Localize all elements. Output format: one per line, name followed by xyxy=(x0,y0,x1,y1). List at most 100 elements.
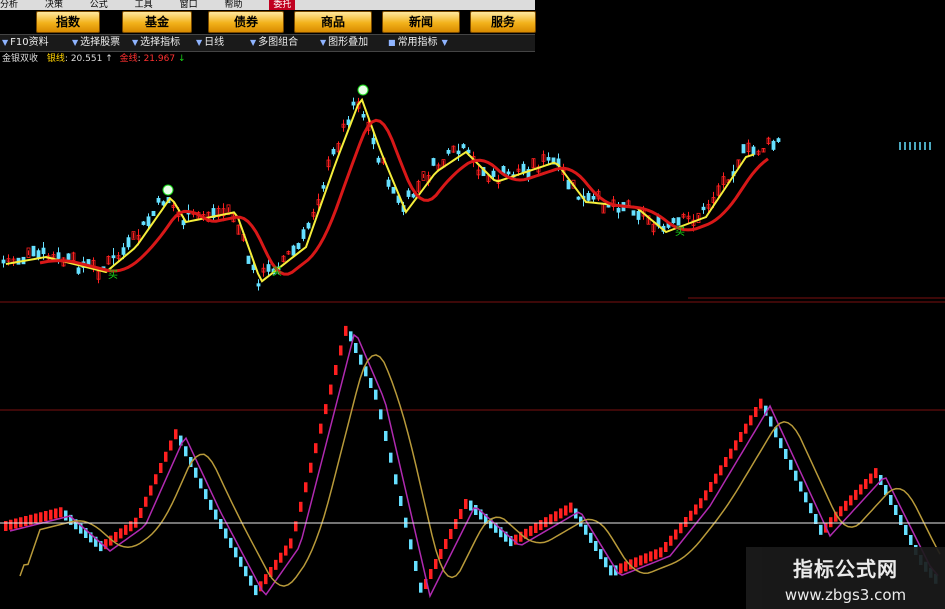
oscillator-bar xyxy=(344,325,348,336)
oscillator-bar xyxy=(264,574,268,585)
oscillator-bar xyxy=(374,389,378,400)
oscillator-bar xyxy=(469,500,473,511)
dropdown-marker-icon: ▼ xyxy=(72,38,79,47)
oscillator-bar xyxy=(794,470,798,481)
candle-body xyxy=(346,119,351,125)
tool-select-indicator[interactable]: ▼ 选择指标 xyxy=(132,35,180,51)
chart-area[interactable]: 买买买 xyxy=(0,0,945,609)
candle-body xyxy=(776,138,781,142)
tool-select-stock[interactable]: ▼ 选择股票 xyxy=(72,35,120,51)
candle-body xyxy=(301,229,306,239)
oscillator-bar xyxy=(714,473,718,484)
tool-f10[interactable]: ▼ F10资料 xyxy=(2,35,49,51)
oscillator-bar xyxy=(434,559,438,569)
lock-icon: ■ xyxy=(388,38,396,47)
nav-fund-button[interactable]: 基金 xyxy=(122,11,192,33)
oscillator-bar xyxy=(219,519,223,529)
nav-news-button[interactable]: 新闻 xyxy=(382,11,460,33)
candle-body xyxy=(351,101,356,106)
dropdown-marker-icon: ▼ xyxy=(132,38,139,47)
oscillator-bar xyxy=(444,539,448,549)
oscillator-bar xyxy=(669,535,673,546)
oscillator-bar xyxy=(464,499,468,509)
oscillator-bar xyxy=(729,448,733,459)
menu-trade-button[interactable]: 委托 xyxy=(269,0,296,10)
oscillator-bar xyxy=(184,446,188,457)
buy-signal: 买 xyxy=(108,269,118,281)
oscillator-bar xyxy=(154,474,158,485)
tool-f10-label: F10资料 xyxy=(10,37,49,48)
oscillator-bar xyxy=(529,525,533,536)
oscillator-bar xyxy=(759,398,763,409)
nav-bond-button[interactable]: 债券 xyxy=(208,11,284,33)
candle-body xyxy=(456,150,461,155)
tool-overlay[interactable]: ▼ 图形叠加 xyxy=(320,35,368,51)
oscillator-bar xyxy=(869,473,873,484)
menu-analysis[interactable]: 分析 xyxy=(0,0,18,10)
oscillator-bar xyxy=(289,538,293,549)
trade-signals: 买买买 xyxy=(108,84,685,281)
oscillator-bar xyxy=(839,506,843,517)
candle-body xyxy=(576,196,581,200)
oscillator-bar xyxy=(604,557,608,568)
candle-body xyxy=(321,185,326,189)
candle-body xyxy=(701,206,706,211)
candle-body xyxy=(376,157,381,163)
silver-line-value: 20.551 xyxy=(70,54,103,64)
oscillator-bar xyxy=(644,553,648,564)
menu-formula[interactable]: 公式 xyxy=(90,0,108,10)
silver-line-arrow: ↑ xyxy=(105,54,113,64)
oscillator-bar xyxy=(419,582,423,593)
oscillator-bar xyxy=(634,557,638,568)
menu-tools[interactable]: 工具 xyxy=(135,0,153,10)
nav-commodity-button[interactable]: 商品 xyxy=(294,11,372,33)
oscillator-bar xyxy=(64,510,68,521)
oscillator-bar xyxy=(539,520,543,531)
candle-body xyxy=(111,255,116,259)
oscillator-bar xyxy=(119,528,123,539)
oscillator-bar xyxy=(239,556,243,567)
oscillator-bar xyxy=(379,409,383,420)
oscillator-bar xyxy=(569,502,573,513)
oscillator-bar xyxy=(874,468,878,479)
oscillator-bar xyxy=(369,378,373,388)
gold-line-label: 金线 xyxy=(119,54,138,64)
oscillator-bar xyxy=(754,407,758,417)
oscillator-bar xyxy=(59,507,63,518)
menu-bar: 分析 决策 公式 工具 窗口 帮助 委托 xyxy=(0,0,535,10)
oscillator-bar xyxy=(284,545,288,556)
oscillator-bar xyxy=(169,440,173,451)
candle-body xyxy=(41,247,46,255)
oscillator-bar xyxy=(749,415,753,426)
oscillator-bar xyxy=(399,496,403,506)
dropdown-marker-icon: ▼ xyxy=(2,38,9,47)
oscillator-bar xyxy=(34,513,38,524)
tool-common-indicators-label: 常用指标 xyxy=(397,37,438,48)
sell-signal-icon xyxy=(357,84,369,96)
oscillator-bar xyxy=(304,482,308,493)
oscillator-bar xyxy=(319,423,323,434)
oscillator-bar xyxy=(709,482,713,492)
buy-signal: 买 xyxy=(272,266,282,278)
candle-body xyxy=(151,210,156,217)
price-candles xyxy=(1,97,931,291)
tool-multi-chart[interactable]: ▼ 多图组合 xyxy=(250,35,298,51)
oscillator-bar xyxy=(804,492,808,503)
nav-index-button[interactable]: 指数 xyxy=(36,11,100,33)
tool-overlay-label: 图形叠加 xyxy=(328,37,369,48)
candle-body xyxy=(36,250,41,259)
menu-decision[interactable]: 决策 xyxy=(45,0,63,10)
tool-period[interactable]: ▼ 日线 xyxy=(196,35,224,51)
menu-help[interactable]: 帮助 xyxy=(224,0,242,10)
oscillator-bar xyxy=(234,547,238,558)
nav-service-button[interactable]: 服务 xyxy=(470,11,536,33)
indicator-name: 金银双收 xyxy=(2,54,39,64)
tool-common-indicators[interactable]: ■ 常用指标 ▼ xyxy=(388,35,450,51)
oscillator-bar xyxy=(589,532,593,543)
menu-window[interactable]: 窗口 xyxy=(180,0,198,10)
candle-body xyxy=(146,216,151,227)
oscillator-bar xyxy=(739,432,743,442)
candle-body xyxy=(246,255,251,264)
oscillator-bar xyxy=(659,547,663,558)
buy-signal: 买 xyxy=(675,226,685,238)
